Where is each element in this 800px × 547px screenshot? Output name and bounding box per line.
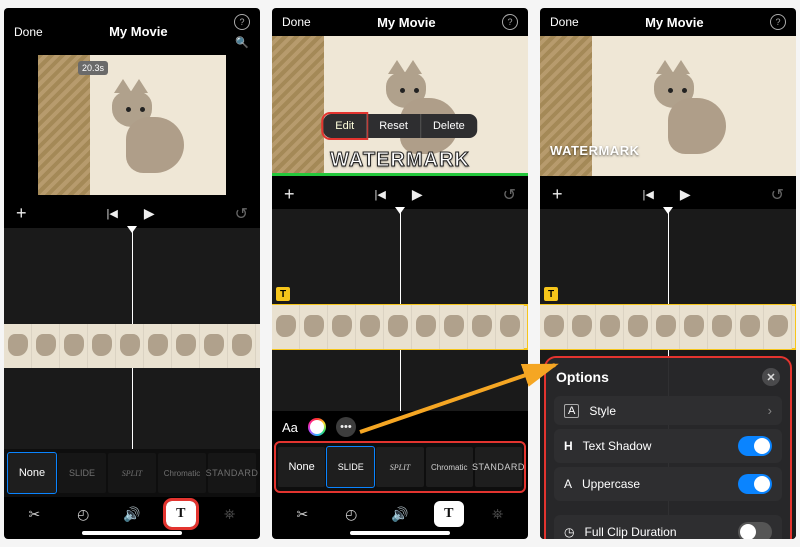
bottom-toolbar: ✂ ◴ 🔊 T ⛯ — [272, 497, 528, 529]
timeline[interactable] — [4, 228, 260, 449]
home-indicator — [350, 531, 450, 535]
title-style-picker: None SLIDE SPLIT Chromatic STANDARD — [4, 449, 260, 497]
text-tool-button[interactable]: T — [166, 501, 196, 527]
play-icon[interactable]: ▶ — [144, 205, 155, 222]
title-style-chromatic[interactable]: Chromatic — [158, 453, 206, 493]
color-picker-icon[interactable] — [308, 418, 326, 436]
close-icon[interactable]: ✕ — [762, 368, 780, 386]
clock-icon: ◷ — [564, 525, 574, 539]
play-icon[interactable]: ▶ — [412, 186, 423, 203]
clip-track[interactable] — [4, 324, 260, 368]
text-selection-line — [272, 173, 528, 176]
done-button[interactable]: Done — [14, 25, 43, 39]
ctx-edit[interactable]: Edit — [323, 114, 366, 138]
option-uppercase-label: Uppercase — [582, 477, 640, 491]
title-style-chromatic[interactable]: Chromatic — [426, 447, 473, 487]
full-clip-toggle[interactable] — [738, 522, 772, 539]
title-style-standard[interactable]: STANDARD — [208, 453, 256, 493]
phone-screen-1: Done My Movie ? 🔍 20.3s + |◀ ▶ ↺ — [4, 8, 260, 539]
title-style-slide[interactable]: SLIDE — [327, 447, 374, 487]
uppercase-toggle[interactable] — [738, 474, 772, 494]
speed-icon[interactable]: ◴ — [336, 501, 366, 527]
zoom-icon[interactable]: 🔍 — [235, 36, 249, 49]
transport-bar: + |◀ ▶ ↺ — [272, 180, 528, 209]
watermark-text[interactable]: WATERMARK — [550, 143, 639, 158]
title-style-none[interactable]: None — [278, 447, 325, 487]
text-tool-button[interactable]: T — [434, 501, 464, 527]
font-button[interactable]: Aa — [282, 420, 298, 435]
phone-screen-3: Done My Movie ? WATERMARK + |◀ ▶ ↺ T — [540, 8, 796, 539]
options-title: Options — [556, 369, 609, 385]
bottom-toolbar: ✂ ◴ 🔊 T ⛯ — [4, 497, 260, 529]
option-style-label: Style — [589, 404, 616, 418]
scissors-icon[interactable]: ✂ — [19, 501, 49, 527]
option-uppercase-row[interactable]: A Uppercase — [554, 467, 782, 501]
timeline[interactable]: T — [272, 209, 528, 411]
style-icon: A — [564, 404, 579, 418]
phone-screen-2: Done My Movie ? Edit Reset Delete WATERM… — [272, 8, 528, 539]
help-icon[interactable]: ? — [502, 14, 518, 30]
title-style-standard[interactable]: STANDARD — [475, 447, 522, 487]
volume-icon[interactable]: 🔊 — [117, 501, 147, 527]
undo-icon[interactable]: ↺ — [771, 185, 784, 205]
skip-back-icon[interactable]: |◀ — [107, 207, 118, 220]
clip-track[interactable] — [272, 305, 528, 349]
option-text-shadow-row[interactable]: H Text Shadow — [554, 429, 782, 463]
shadow-icon: H — [564, 439, 573, 453]
chevron-right-icon: › — [768, 403, 772, 418]
title-style-slide[interactable]: SLIDE — [58, 453, 106, 493]
add-media-button[interactable]: + — [284, 184, 295, 205]
filters-icon[interactable]: ⛯ — [483, 501, 513, 527]
title-style-split[interactable]: SPLIT — [376, 447, 423, 487]
option-full-clip-row[interactable]: ◷ Full Clip Duration — [554, 515, 782, 539]
add-media-button[interactable]: + — [16, 203, 27, 224]
option-text-shadow-label: Text Shadow — [583, 439, 652, 453]
ctx-reset[interactable]: Reset — [366, 114, 420, 138]
options-panel: Options ✕ A Style › H Text Shadow A — [546, 358, 790, 539]
editor-topbar: Done My Movie ? 🔍 — [4, 8, 260, 55]
title-chip[interactable]: T — [544, 287, 558, 301]
add-media-button[interactable]: + — [552, 184, 563, 205]
option-full-clip-label: Full Clip Duration — [584, 525, 676, 539]
video-preview[interactable]: WATERMARK — [540, 36, 796, 176]
speed-icon[interactable]: ◴ — [68, 501, 98, 527]
video-preview[interactable]: 20.3s — [38, 55, 226, 195]
home-indicator — [82, 531, 182, 535]
help-icon[interactable]: ? — [234, 14, 250, 30]
skip-back-icon[interactable]: |◀ — [643, 188, 654, 201]
project-title: My Movie — [109, 24, 168, 39]
duration-badge: 20.3s — [78, 61, 108, 75]
project-title: My Movie — [645, 15, 704, 30]
title-style-picker: None SLIDE SPLIT Chromatic STANDARD — [276, 443, 524, 491]
more-options-button[interactable]: ••• — [336, 417, 356, 437]
skip-back-icon[interactable]: |◀ — [375, 188, 386, 201]
transport-bar: + |◀ ▶ ↺ — [4, 199, 260, 228]
play-icon[interactable]: ▶ — [680, 186, 691, 203]
video-preview[interactable]: Edit Reset Delete WATERMARK — [272, 36, 528, 176]
text-style-row: Aa ••• — [272, 411, 528, 443]
scissors-icon[interactable]: ✂ — [287, 501, 317, 527]
text-shadow-toggle[interactable] — [738, 436, 772, 456]
ctx-delete[interactable]: Delete — [420, 114, 477, 138]
done-button[interactable]: Done — [282, 15, 311, 29]
volume-icon[interactable]: 🔊 — [385, 501, 415, 527]
filters-icon[interactable]: ⛯ — [215, 501, 245, 527]
title-style-split[interactable]: SPLIT — [108, 453, 156, 493]
transport-bar: + |◀ ▶ ↺ — [540, 180, 796, 209]
done-button[interactable]: Done — [550, 15, 579, 29]
editor-topbar: Done My Movie ? — [272, 8, 528, 36]
uppercase-icon: A — [564, 477, 572, 491]
project-title: My Movie — [377, 15, 436, 30]
option-style-row[interactable]: A Style › — [554, 396, 782, 425]
undo-icon[interactable]: ↺ — [235, 204, 248, 224]
text-context-menu: Edit Reset Delete — [323, 114, 477, 138]
three-phone-screenshots: Done My Movie ? 🔍 20.3s + |◀ ▶ ↺ — [0, 0, 800, 547]
title-chip[interactable]: T — [276, 287, 290, 301]
clip-track[interactable] — [540, 305, 796, 349]
help-icon[interactable]: ? — [770, 14, 786, 30]
title-style-none[interactable]: None — [8, 453, 56, 493]
watermark-text[interactable]: WATERMARK — [330, 149, 470, 172]
editor-topbar: Done My Movie ? — [540, 8, 796, 36]
undo-icon[interactable]: ↺ — [503, 185, 516, 205]
